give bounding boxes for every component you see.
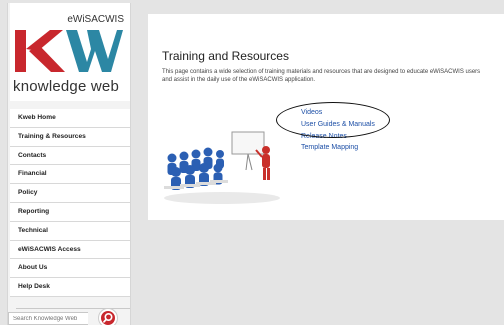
kw-logo-mark bbox=[15, 30, 123, 72]
sidebar-item-help-desk[interactable]: Help Desk bbox=[10, 278, 130, 297]
sidebar-item-ewisacwis-access[interactable]: eWiSACWIS Access bbox=[10, 240, 130, 260]
sidebar-item-kweb-home[interactable]: Kweb Home bbox=[10, 109, 130, 128]
sidebar-item-contacts[interactable]: Contacts bbox=[10, 146, 130, 166]
search-button[interactable] bbox=[99, 309, 117, 325]
sidebar-item-training-resources[interactable]: Training & Resources bbox=[10, 127, 130, 147]
search-divider bbox=[16, 308, 130, 309]
sidebar-item-policy[interactable]: Policy bbox=[10, 184, 130, 203]
sidebar-item-about-us[interactable]: About Us bbox=[10, 259, 130, 279]
sidebar-nav: Kweb Home Training & Resources Contacts … bbox=[10, 109, 130, 297]
sidebar-item-reporting[interactable]: Reporting bbox=[10, 202, 130, 222]
highlight-oval bbox=[276, 102, 390, 138]
main-content: Training and Resources This page contain… bbox=[148, 14, 504, 220]
link-template-mapping[interactable]: Template Mapping bbox=[301, 144, 358, 151]
search-input[interactable] bbox=[8, 312, 88, 325]
kweb-logo[interactable]: eWiSACWIS knowledge web bbox=[10, 3, 130, 101]
sidebar: eWiSACWIS knowledge web Kweb Home Traini… bbox=[7, 3, 131, 325]
logo-ewisacwis-text: eWiSACWIS bbox=[67, 14, 124, 25]
page-title: Training and Resources bbox=[162, 49, 289, 63]
sidebar-item-financial[interactable]: Financial bbox=[10, 165, 130, 185]
page-description: This page contains a wide selection of t… bbox=[162, 69, 481, 83]
sidebar-item-technical[interactable]: Technical bbox=[10, 221, 130, 241]
logo-knowledge-web-text: knowledge web bbox=[13, 78, 120, 95]
training-illustration bbox=[164, 131, 280, 204]
search-icon bbox=[103, 312, 113, 323]
